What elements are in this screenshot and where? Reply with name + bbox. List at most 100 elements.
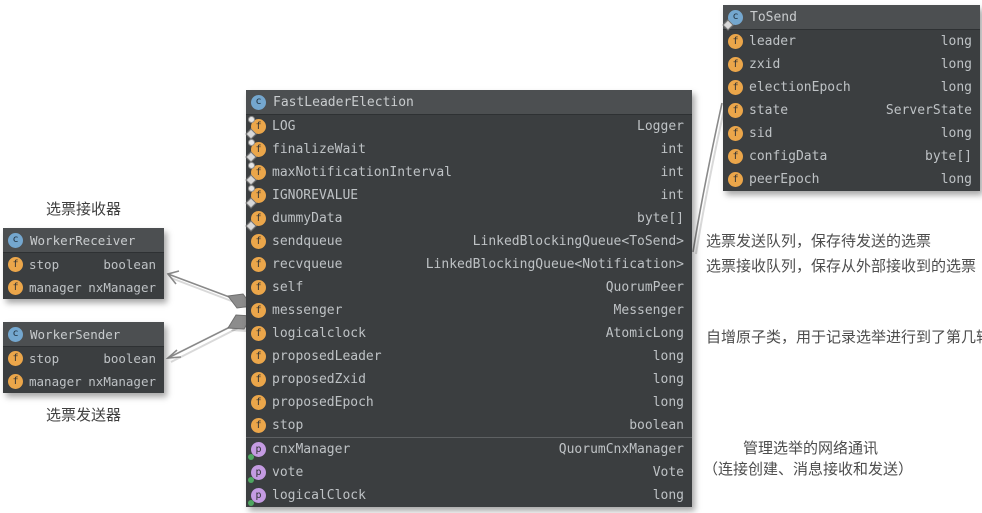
property-section: p cnxManager QuorumCnxManager pvote Voteplog… [246, 437, 692, 507]
field-icon: f [251, 280, 266, 295]
annotation-send-queue: 选票发送队列，保存待发送的选票 [706, 231, 931, 252]
member-type: byte[] [925, 149, 972, 164]
field-row-proposedZxid[interactable]: fproposedZxidlong [246, 368, 692, 391]
class-box-tosend[interactable]: cToSendfleaderlongfzxidlongfelectionEpoc… [723, 5, 980, 191]
member-name: dummyData [272, 211, 342, 226]
property-icon: p [251, 465, 266, 480]
property-row-vote[interactable]: pvote Vote [246, 461, 692, 484]
field-row-maxNotificationInterval[interactable]: fmaxNotificationIntervalint [246, 161, 692, 184]
field-row-manager[interactable]: fmanagernxManager [3, 276, 164, 299]
class-box-workersender[interactable]: cWorkerSender fstop boolean fmanagernxManag… [3, 322, 164, 393]
field-icon: f [251, 418, 266, 433]
field-row-configData[interactable]: fconfigDatabyte[] [723, 145, 980, 168]
field-icon: f [8, 351, 23, 366]
field-row-zxid[interactable]: fzxidlong [723, 53, 980, 76]
member-type: int [661, 165, 684, 180]
member-name: cnxManager [272, 442, 350, 457]
field-row-self[interactable]: fselfQuorumPeer [246, 276, 692, 299]
member-name: vote [272, 465, 303, 480]
class-header-workerreceiver[interactable]: cWorkerReceiver [3, 228, 164, 253]
field-row-manager[interactable]: fmanagernxManager [3, 370, 164, 393]
member-type: AtomicLong [606, 326, 684, 341]
field-row-LOG[interactable]: f LOG Logger [246, 115, 692, 138]
property-row-logicalClock[interactable]: plogicalClocklong [246, 484, 692, 507]
field-row-messenger[interactable]: fmessengerMessenger [246, 299, 692, 322]
field-icon: f [251, 188, 266, 203]
member-type: long [653, 395, 684, 410]
class-icon: c [728, 10, 743, 25]
field-row-electionEpoch[interactable]: felectionEpochlong [723, 76, 980, 99]
property-row-cnxManager[interactable]: pcnxManagerQuorumCnxManager [246, 438, 692, 461]
field-row-logicalclock[interactable]: flogicalclockAtomicLong [246, 322, 692, 345]
field-icon: f [728, 103, 743, 118]
member-type: QuorumPeer [606, 280, 684, 295]
class-header-tosend[interactable]: cToSend [723, 5, 980, 30]
field-icon: f [728, 80, 743, 95]
member-name: manager [29, 280, 82, 295]
field-icon: f [728, 57, 743, 72]
field-row-leader[interactable]: fleaderlong [723, 30, 980, 53]
member-name: state [749, 103, 788, 118]
member-name: proposedLeader [272, 349, 382, 364]
class-box-fastleaderelection[interactable]: c FastLeaderElection f LOG Logger ffinalizeWa… [246, 90, 692, 507]
member-name: proposedEpoch [272, 395, 374, 410]
label-worker-sender: 选票发送器 [3, 404, 164, 425]
member-type: LinkedBlockingQueue<Notification> [426, 257, 684, 272]
field-row-stop[interactable]: fstopboolean [3, 253, 164, 276]
member-name: LOG [272, 119, 295, 134]
member-type: long [653, 488, 684, 503]
member-name: stop [272, 418, 303, 433]
field-row-recvqueue[interactable]: frecvqueueLinkedBlockingQueue<Notificati… [246, 253, 692, 276]
class-box-workerreceiver[interactable]: cWorkerReceiverfstopbooleanfmanagernxMan… [3, 228, 164, 299]
member-name: messenger [272, 303, 342, 318]
field-row-sendqueue[interactable]: fsendqueueLinkedBlockingQueue<ToSend> [246, 230, 692, 253]
member-type: long [941, 57, 972, 72]
field-row-stop[interactable]: fstop boolean [3, 347, 164, 370]
class-header-fastleaderelection[interactable]: c FastLeaderElection [246, 90, 692, 115]
member-name: electionEpoch [749, 80, 851, 95]
label-worker-receiver: 选票接收器 [3, 198, 164, 219]
field-row-IGNOREVALUE[interactable]: fIGNOREVALUEint [246, 184, 692, 207]
field-section: fstop boolean fmanagernxManager [3, 347, 164, 393]
field-icon: f [251, 257, 266, 272]
class-icon: c [8, 233, 23, 248]
annotation-cnx-manager-line1: 管理选举的网络通讯 [703, 438, 913, 459]
member-type: byte[] [637, 211, 684, 226]
composition-edge-worker-receiver [168, 271, 252, 308]
reference-edge-tosend [693, 103, 722, 252]
annotation-cnx-manager-line2: （连接创建、消息接收和发送） [703, 459, 913, 480]
field-row-proposedLeader[interactable]: fproposedLeaderlong [246, 345, 692, 368]
member-type: QuorumCnxManager [559, 442, 684, 457]
field-icon: f [251, 395, 266, 410]
member-name: stop [29, 257, 59, 272]
member-type: LinkedBlockingQueue<ToSend> [473, 234, 684, 249]
class-icon: c [8, 327, 23, 342]
member-type: Vote [653, 465, 684, 480]
member-type: boolean [103, 351, 156, 366]
class-title: FastLeaderElection [273, 95, 414, 110]
field-row-state[interactable]: fstateServerState [723, 99, 980, 122]
field-icon: f [728, 34, 743, 49]
member-type: long [653, 349, 684, 364]
field-row-sid[interactable]: fsidlong [723, 122, 980, 145]
field-row-stop[interactable]: fstopboolean [246, 414, 692, 437]
member-name: proposedZxid [272, 372, 366, 387]
field-icon: f [251, 119, 266, 134]
member-type: boolean [103, 257, 156, 272]
class-header-workersender[interactable]: cWorkerSender [3, 322, 164, 347]
field-row-proposedEpoch[interactable]: f proposedEpoch long [246, 391, 692, 414]
class-icon: c [251, 95, 266, 110]
member-type: Logger [637, 119, 684, 134]
field-row-peerEpoch[interactable]: fpeerEpochlong [723, 168, 980, 191]
member-name: stop [29, 351, 59, 366]
diagram-canvas: c FastLeaderElection f LOG Logger ffinalizeWa… [0, 0, 982, 513]
annotation-logical-clock: 自增原子类，用于记录选举进行到了第几轮 [706, 327, 982, 348]
member-name: configData [749, 149, 827, 164]
field-icon: f [8, 374, 23, 389]
member-name: leader [749, 34, 796, 49]
field-row-dummyData[interactable]: fdummyDatabyte[] [246, 207, 692, 230]
member-type: long [941, 126, 972, 141]
field-icon: f [251, 142, 266, 157]
member-type: Messenger [614, 303, 684, 318]
field-row-finalizeWait[interactable]: ffinalizeWaitint [246, 138, 692, 161]
